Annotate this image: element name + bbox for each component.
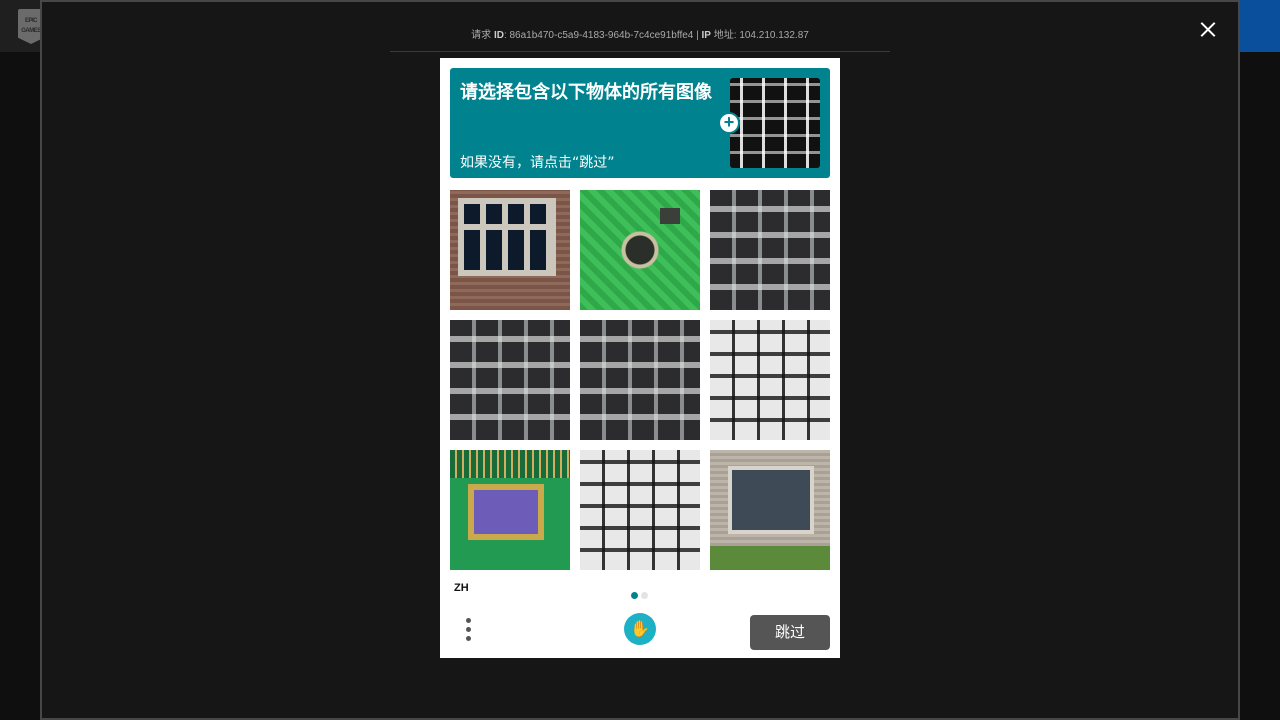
tile-keyboard[interactable] <box>710 320 830 440</box>
ray-id: 86a1b470-c5a9-4183-964b-7c4ce91bffe4 <box>509 30 694 41</box>
keyboard-example-image <box>730 78 820 168</box>
logo-text: EPIC GAMES <box>21 18 41 34</box>
tile-keyboard[interactable] <box>580 320 700 440</box>
more-menu-icon[interactable] <box>462 618 474 644</box>
ip-suffix: 地址 <box>713 30 734 41</box>
language-selector[interactable]: ZH <box>454 582 469 594</box>
tile-keyboard[interactable] <box>580 450 700 570</box>
hcaptcha-logo-icon: ✋ <box>624 613 656 645</box>
skip-button[interactable]: 跳过 <box>750 615 830 650</box>
ray-id-label: ID <box>493 30 504 41</box>
tile-keyboard[interactable] <box>710 190 830 310</box>
page-dot <box>641 592 648 599</box>
challenge-title: 请选择包含以下物体的所有图像 <box>460 82 712 103</box>
plus-icon: + <box>718 112 740 134</box>
tile-circuit-chip[interactable] <box>450 450 570 570</box>
page-dot-active <box>631 592 638 599</box>
ray-prefix: 请求 <box>471 30 492 41</box>
request-info: 请求 ID: 86a1b470-c5a9-4183-964b-7c4ce91bf… <box>390 24 890 52</box>
tile-keyboard[interactable] <box>450 320 570 440</box>
close-icon[interactable] <box>1196 18 1220 42</box>
captcha-overlay: 请求 ID: 86a1b470-c5a9-4183-964b-7c4ce91bf… <box>40 0 1240 720</box>
captcha-panel: 请选择包含以下物体的所有图像 如果没有，请点击“跳过” + ZH ✋ 跳过 <box>440 58 840 658</box>
tile-window[interactable] <box>450 190 570 310</box>
image-grid <box>450 190 830 570</box>
ip-value: 104.210.132.87 <box>739 30 809 41</box>
challenge-subtitle: 如果没有，请点击“跳过” <box>460 155 615 171</box>
tile-circuit-board[interactable] <box>580 190 700 310</box>
background-action-button <box>1234 0 1280 52</box>
page-indicator <box>631 584 651 603</box>
challenge-prompt: 请选择包含以下物体的所有图像 如果没有，请点击“跳过” + <box>450 68 830 178</box>
tile-building-window[interactable] <box>710 450 830 570</box>
ip-label: IP <box>701 30 711 41</box>
